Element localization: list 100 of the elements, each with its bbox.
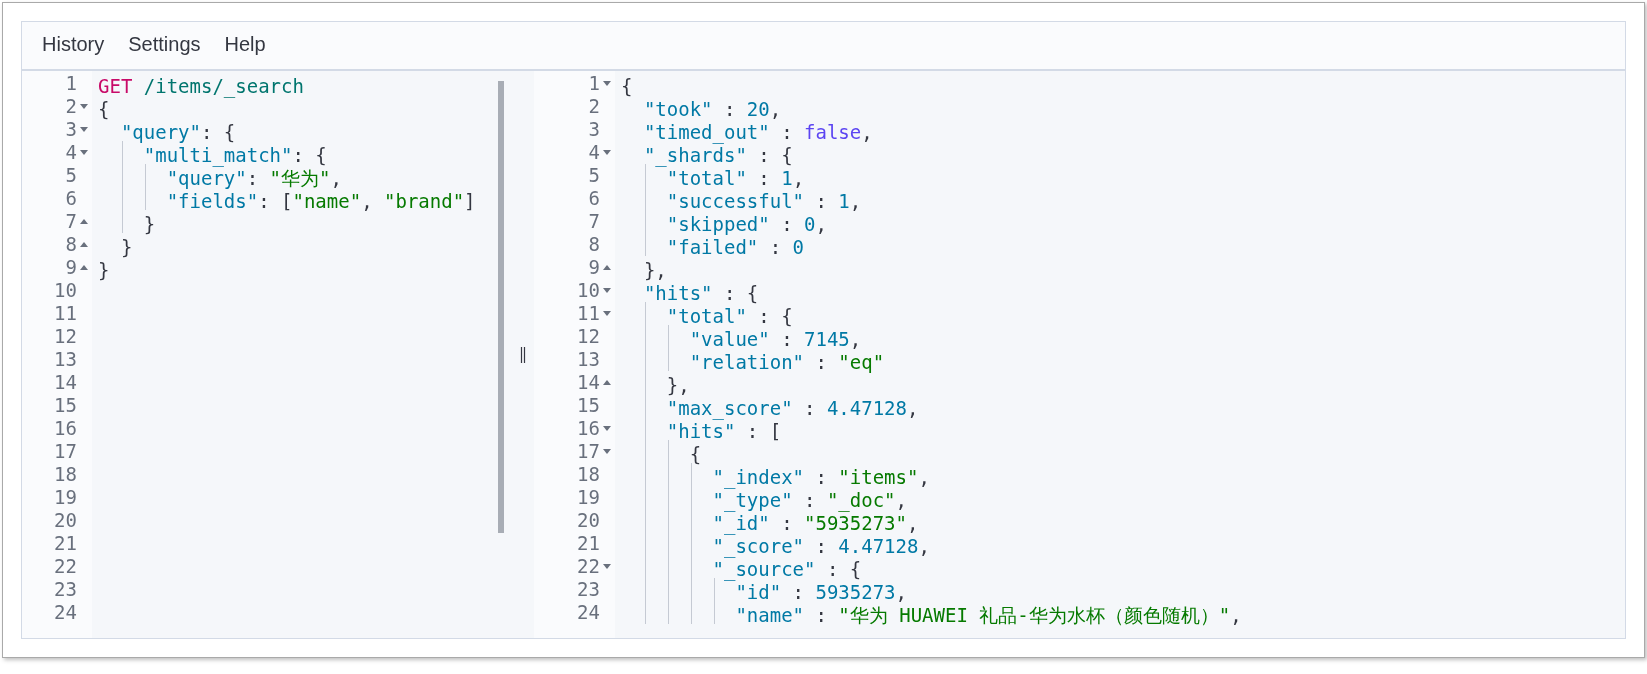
code-line: "fields": ["name", "brand"]	[165, 190, 476, 213]
code-line: GET /items/_search	[98, 75, 304, 98]
line-number: 4	[588, 141, 600, 164]
code-line: "max_score" : 4.47128,	[665, 397, 919, 420]
line-number: 11	[577, 302, 600, 325]
code-line: "timed_out" : false,	[642, 121, 873, 144]
line-number: 7	[588, 210, 600, 233]
code-line: "_source" : {	[711, 558, 862, 581]
line-number: 21	[577, 532, 600, 555]
code-line: "successful" : 1,	[665, 190, 862, 213]
caret-down-icon[interactable]	[603, 426, 611, 431]
line-number: 23	[577, 578, 600, 601]
caret-down-icon[interactable]	[603, 81, 611, 86]
line-number: 8	[65, 233, 77, 256]
line-number: 21	[54, 532, 77, 555]
code-line: },	[665, 374, 690, 397]
code-line: "took" : 20,	[642, 98, 782, 121]
line-number: 7	[65, 210, 77, 233]
line-number: 6	[65, 187, 77, 210]
line-number: 10	[54, 279, 77, 302]
line-number: 20	[577, 509, 600, 532]
code-line: "query": "华为",	[165, 167, 342, 190]
code-line: }	[142, 213, 156, 236]
line-number: 15	[54, 394, 77, 417]
code-line: }	[98, 259, 110, 282]
code-line: "total" : 1,	[665, 167, 805, 190]
code-line: "query": {	[119, 121, 236, 144]
line-number: 19	[577, 486, 600, 509]
line-number: 16	[577, 417, 600, 440]
caret-up-icon[interactable]	[80, 242, 88, 247]
code-line: {	[98, 98, 110, 121]
menu-link[interactable]: Settings	[118, 29, 211, 59]
line-number: 1	[588, 72, 600, 95]
line-number: 18	[577, 463, 600, 486]
code-line: "_id" : "5935273",	[711, 512, 919, 535]
line-number: 23	[54, 578, 77, 601]
caret-down-icon[interactable]	[80, 150, 88, 155]
line-number: 17	[577, 440, 600, 463]
line-number: 16	[54, 417, 77, 440]
line-number: 17	[54, 440, 77, 463]
menu-link[interactable]: History	[32, 29, 115, 59]
line-number: 8	[588, 233, 600, 256]
caret-up-icon[interactable]	[80, 219, 88, 224]
code-line: "multi_match": {	[142, 144, 327, 167]
code-line: "name" : "华为 HUAWEI 礼品-华为水杯（颜色随机）",	[734, 604, 1242, 627]
caret-down-icon[interactable]	[603, 150, 611, 155]
caret-up-icon[interactable]	[603, 265, 611, 270]
code-line: "hits" : {	[642, 282, 759, 305]
line-number: 5	[588, 164, 600, 187]
line-number: 4	[65, 141, 77, 164]
line-number: 2	[588, 95, 600, 118]
line-number: 5	[65, 164, 77, 187]
line-number: 10	[577, 279, 600, 302]
code-line: "_score" : 4.47128,	[711, 535, 930, 558]
line-number: 18	[54, 463, 77, 486]
line-number: 14	[577, 371, 600, 394]
line-number: 13	[577, 348, 600, 371]
line-number: 22	[54, 555, 77, 578]
caret-down-icon[interactable]	[603, 564, 611, 569]
code-line: "value" : 7145,	[688, 328, 862, 351]
code-line: "relation" : "eq"	[688, 351, 885, 374]
line-number: 20	[54, 509, 77, 532]
line-number: 24	[54, 601, 77, 624]
code-line: "failed" : 0	[665, 236, 805, 259]
caret-up-icon[interactable]	[80, 265, 88, 270]
line-number: 12	[54, 325, 77, 348]
line-number: 13	[54, 348, 77, 371]
caret-down-icon[interactable]	[603, 311, 611, 316]
scrollbar[interactable]	[498, 81, 504, 533]
line-number: 22	[577, 555, 600, 578]
code-line: },	[642, 259, 667, 282]
line-number: 3	[65, 118, 77, 141]
code-line: {	[621, 75, 633, 98]
resize-handle-icon[interactable]	[520, 346, 526, 363]
code-line: }	[119, 236, 133, 259]
line-number: 24	[577, 601, 600, 624]
code-line: "total" : {	[665, 305, 793, 328]
line-number: 2	[65, 95, 77, 118]
line-number: 19	[54, 486, 77, 509]
code-line: "_shards" : {	[642, 144, 793, 167]
caret-down-icon[interactable]	[603, 449, 611, 454]
line-number: 14	[54, 371, 77, 394]
code-line: {	[688, 443, 702, 466]
line-number: 12	[577, 325, 600, 348]
code-line: "skipped" : 0,	[665, 213, 827, 236]
line-number: 9	[588, 256, 600, 279]
line-number: 1	[65, 72, 77, 95]
code-line: "_type" : "_doc",	[711, 489, 907, 512]
menu-link[interactable]: Help	[214, 29, 276, 59]
code-line: "id" : 5935273,	[734, 581, 907, 604]
line-number: 9	[65, 256, 77, 279]
caret-up-icon[interactable]	[603, 380, 611, 385]
line-number: 15	[577, 394, 600, 417]
caret-down-icon[interactable]	[80, 127, 88, 132]
line-number: 6	[588, 187, 600, 210]
code-line: "_index" : "items",	[711, 466, 930, 489]
caret-down-icon[interactable]	[80, 104, 88, 109]
code-line: "hits" : [	[665, 420, 782, 443]
caret-down-icon[interactable]	[603, 288, 611, 293]
line-number: 11	[54, 302, 77, 325]
